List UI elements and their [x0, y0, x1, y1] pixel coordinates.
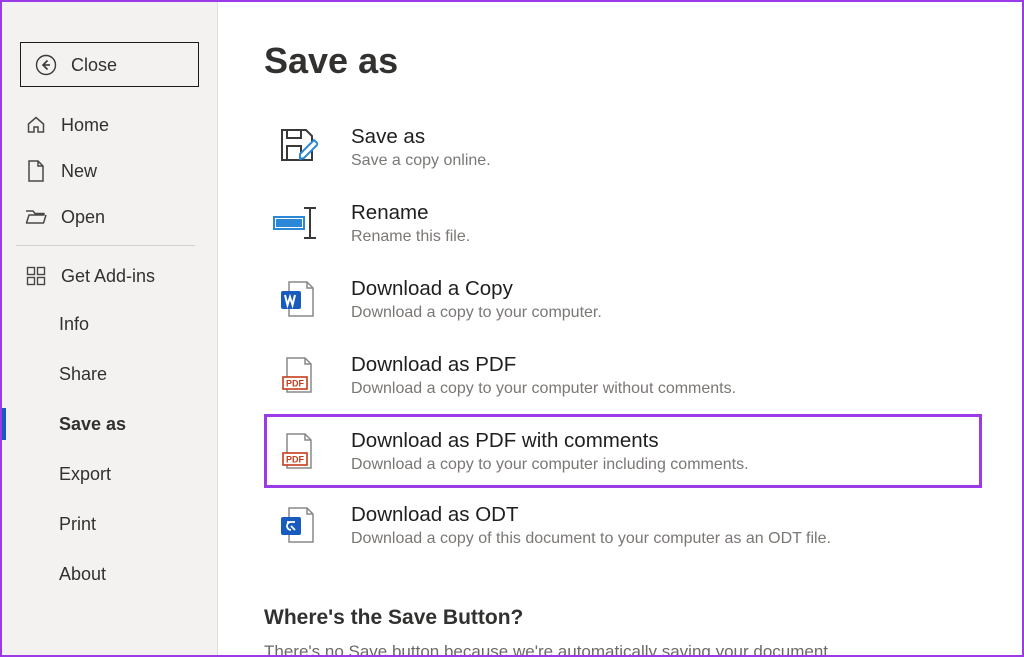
new-file-icon: [25, 160, 47, 182]
option-rename-desc: Rename this file.: [351, 228, 470, 246]
option-download-pdf-comments-title: Download as PDF with comments: [351, 428, 749, 454]
sidebar-open-label: Open: [61, 208, 105, 226]
home-icon: [25, 115, 47, 135]
option-download-copy-desc: Download a copy to your computer.: [351, 304, 602, 322]
sidebar-about-label: About: [59, 565, 106, 583]
sidebar-close[interactable]: Close: [20, 42, 199, 87]
option-download-pdf-title: Download as PDF: [351, 352, 736, 378]
sidebar-divider: [16, 245, 195, 246]
pdf-file-icon: PDF: [271, 351, 323, 399]
sidebar-info-label: Info: [59, 315, 89, 333]
word-file-icon: [271, 275, 323, 323]
option-download-pdf[interactable]: PDF Download as PDF Download a copy to y…: [264, 338, 982, 412]
save-as-icon: [271, 123, 323, 171]
option-save-as-title: Save as: [351, 124, 491, 150]
sidebar-new-label: New: [61, 162, 97, 180]
option-save-as-desc: Save a copy online.: [351, 152, 491, 170]
rename-icon: [271, 199, 323, 247]
sidebar-about[interactable]: About: [20, 552, 199, 596]
page-title: Save as: [264, 40, 982, 82]
save-footer-body: There's no Save button because we're aut…: [264, 642, 982, 655]
option-download-odt[interactable]: Download as ODT Download a copy of this …: [264, 488, 982, 562]
sidebar-print-label: Print: [59, 515, 96, 533]
back-arrow-icon: [35, 54, 57, 76]
option-rename[interactable]: Rename Rename this file.: [264, 186, 982, 260]
sidebar-share-label: Share: [59, 365, 107, 383]
sidebar-share[interactable]: Share: [20, 352, 199, 396]
option-download-odt-desc: Download a copy of this document to your…: [351, 530, 831, 548]
odt-file-icon: [271, 501, 323, 549]
sidebar-home-label: Home: [61, 116, 109, 134]
option-download-pdf-desc: Download a copy to your computer without…: [351, 380, 736, 398]
pdf-file-comments-icon: PDF: [271, 427, 323, 475]
sidebar-home[interactable]: Home: [20, 105, 199, 145]
backstage-sidebar: Close Home New: [2, 2, 218, 655]
sidebar-info[interactable]: Info: [20, 302, 199, 346]
save-footer-section: Where's the Save Button? There's no Save…: [264, 606, 982, 655]
sidebar-export[interactable]: Export: [20, 452, 199, 496]
save-options-list: Save as Save a copy online. Rename Ren: [264, 110, 982, 564]
option-download-copy-title: Download a Copy: [351, 276, 602, 302]
option-download-odt-title: Download as ODT: [351, 502, 831, 528]
option-download-copy[interactable]: Download a Copy Download a copy to your …: [264, 262, 982, 336]
sidebar-get-addins[interactable]: Get Add-ins: [20, 256, 199, 296]
option-save-as[interactable]: Save as Save a copy online.: [264, 110, 982, 184]
sidebar-open[interactable]: Open: [20, 197, 199, 237]
save-footer-title: Where's the Save Button?: [264, 606, 982, 630]
addins-icon: [25, 266, 47, 286]
svg-text:PDF: PDF: [286, 455, 305, 465]
option-download-pdf-comments[interactable]: PDF Download as PDF with comments Downlo…: [264, 414, 982, 488]
sidebar-save-as[interactable]: Save as: [20, 402, 199, 446]
sidebar-export-label: Export: [59, 465, 111, 483]
option-download-pdf-comments-desc: Download a copy to your computer includi…: [351, 456, 749, 474]
sidebar-close-label: Close: [71, 56, 117, 74]
option-rename-title: Rename: [351, 200, 470, 226]
main-content: Save as Save as Save a copy online.: [218, 2, 1022, 655]
open-folder-icon: [25, 208, 47, 226]
sidebar-addins-label: Get Add-ins: [61, 267, 155, 285]
sidebar-new[interactable]: New: [20, 151, 199, 191]
sidebar-saveas-label: Save as: [59, 415, 126, 433]
sidebar-print[interactable]: Print: [20, 502, 199, 546]
svg-text:PDF: PDF: [286, 379, 305, 389]
